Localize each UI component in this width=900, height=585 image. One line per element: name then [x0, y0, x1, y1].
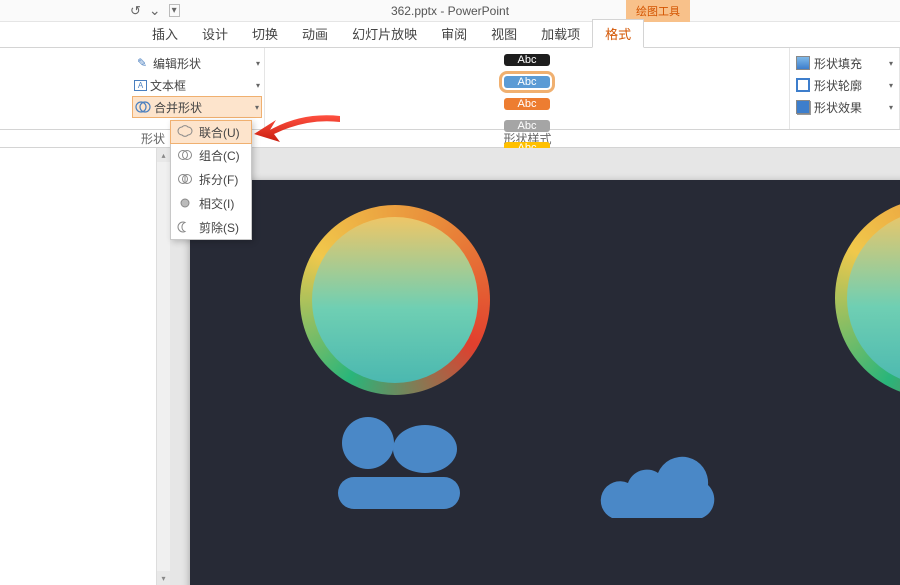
intersect-icon: [177, 195, 193, 211]
chevron-down-icon: ▾: [889, 81, 893, 90]
merge-fragment-item[interactable]: 拆分(F): [171, 167, 251, 191]
merge-shapes-label: 合并形状: [154, 99, 202, 116]
tab-review[interactable]: 审阅: [429, 20, 479, 47]
merge-subtract-item[interactable]: 剪除(S): [171, 215, 251, 239]
style-preset-1[interactable]: Abc: [504, 54, 550, 66]
slide[interactable]: Total Con: [190, 180, 900, 585]
cloud-shape[interactable]: [580, 430, 740, 530]
tab-view[interactable]: 视图: [479, 20, 529, 47]
text-box-button[interactable]: A 文本框 ▾: [132, 74, 262, 96]
chevron-down-icon: ▾: [889, 103, 893, 112]
merge-combine-label: 组合(C): [199, 147, 240, 164]
chevron-down-icon: ▾: [256, 59, 260, 68]
merge-shapes-icon: [135, 99, 151, 115]
fragment-icon: [177, 171, 193, 187]
thumbnail-scrollbar[interactable]: ▴ ▾: [156, 148, 170, 585]
tab-design[interactable]: 设计: [190, 20, 240, 47]
tab-animations[interactable]: 动画: [290, 20, 340, 47]
slide-canvas-area[interactable]: Total Con: [170, 148, 900, 585]
merge-fragment-label: 拆分(F): [199, 171, 238, 188]
merge-subtract-label: 剪除(S): [199, 219, 239, 236]
style-preset-2[interactable]: Abc: [504, 76, 550, 88]
text-box-label: 文本框: [150, 77, 186, 94]
shape-effects-label: 形状效果: [814, 99, 862, 116]
ribbon-group-shape-format: 形状填充 ▾ 形状轮廓 ▾ 形状效果 ▾: [790, 48, 900, 129]
combine-icon: [177, 147, 193, 163]
merge-union-label: 联合(U): [199, 124, 240, 141]
tab-format[interactable]: 格式: [592, 19, 644, 48]
touch-mode-icon[interactable]: ↺: [130, 3, 141, 19]
window-title: 362.pptx - PowerPoint: [391, 4, 509, 18]
style-preset-3[interactable]: Abc: [504, 98, 550, 110]
scroll-down-button[interactable]: ▾: [157, 571, 170, 585]
style-preset-4[interactable]: Abc: [504, 120, 550, 132]
tab-slideshow[interactable]: 幻灯片放映: [340, 20, 429, 47]
shape-fill-button[interactable]: 形状填充 ▾: [794, 52, 895, 74]
workspace: ▴ ▾ Total Con: [0, 148, 900, 585]
tab-addins[interactable]: 加载项: [529, 20, 592, 47]
blue-shapes-group[interactable]: [330, 415, 470, 525]
title-bar: ↺ ⌄ ▾ 362.pptx - PowerPoint 绘图工具: [0, 0, 900, 22]
edit-shape-icon: ✎: [134, 55, 150, 71]
merge-union-item[interactable]: 联合(U): [170, 120, 252, 144]
scroll-up-button[interactable]: ▴: [157, 148, 170, 162]
ribbon-group-labels: 形状 形状样式: [0, 130, 900, 148]
shape-fill-label: 形状填充: [814, 55, 862, 72]
merge-intersect-item[interactable]: 相交(I): [171, 191, 251, 215]
ribbon-group-insert-shapes: ✎ 编辑形状 ▾ A 文本框 ▾ 合并形状 ▾: [130, 48, 265, 129]
edit-shape-label: 编辑形状: [153, 55, 201, 72]
merge-shapes-dropdown: 联合(U) 组合(C) 拆分(F) 相交(I) 剪除(S): [170, 120, 252, 240]
ribbon-tabs: 插入 设计 切换 动画 幻灯片放映 审阅 视图 加载项 格式: [0, 22, 900, 48]
union-icon: [177, 124, 193, 140]
chevron-down-icon: ▾: [256, 81, 260, 90]
text-box-icon: A: [134, 80, 147, 91]
edit-shape-button[interactable]: ✎ 编辑形状 ▾: [132, 52, 262, 74]
tab-transitions[interactable]: 切换: [240, 20, 290, 47]
subtract-icon: [177, 219, 193, 235]
merge-shapes-button[interactable]: 合并形状 ▾: [132, 96, 262, 118]
shape-effects-button[interactable]: 形状效果 ▾: [794, 96, 895, 118]
merge-combine-item[interactable]: 组合(C): [171, 143, 251, 167]
shape-fill-icon: [796, 56, 810, 70]
ribbon-group-shape-styles: Abc Abc Abc Abc Abc Abc Abc ▴ ▾ ▾: [265, 48, 790, 129]
ribbon: ✎ 编辑形状 ▾ A 文本框 ▾ 合并形状 ▾ Abc Abc Abc Abc …: [0, 48, 900, 130]
gradient-ring-shape-2[interactable]: [835, 198, 900, 398]
shape-outline-label: 形状轮廓: [814, 77, 862, 94]
shape-outline-button[interactable]: 形状轮廓 ▾: [794, 74, 895, 96]
qat-customize-icon[interactable]: ▾: [169, 4, 180, 17]
group-label-shapes: 形状: [141, 132, 165, 146]
gradient-ring-shape-1[interactable]: [300, 205, 490, 395]
qat-dropdown-icon[interactable]: ⌄: [149, 2, 161, 19]
tab-insert[interactable]: 插入: [140, 20, 190, 47]
annotation-arrow: [252, 110, 342, 150]
merge-intersect-label: 相交(I): [199, 195, 234, 212]
shape-outline-icon: [796, 78, 810, 92]
shape-effects-icon: [796, 100, 810, 114]
chevron-down-icon: ▾: [889, 59, 893, 68]
